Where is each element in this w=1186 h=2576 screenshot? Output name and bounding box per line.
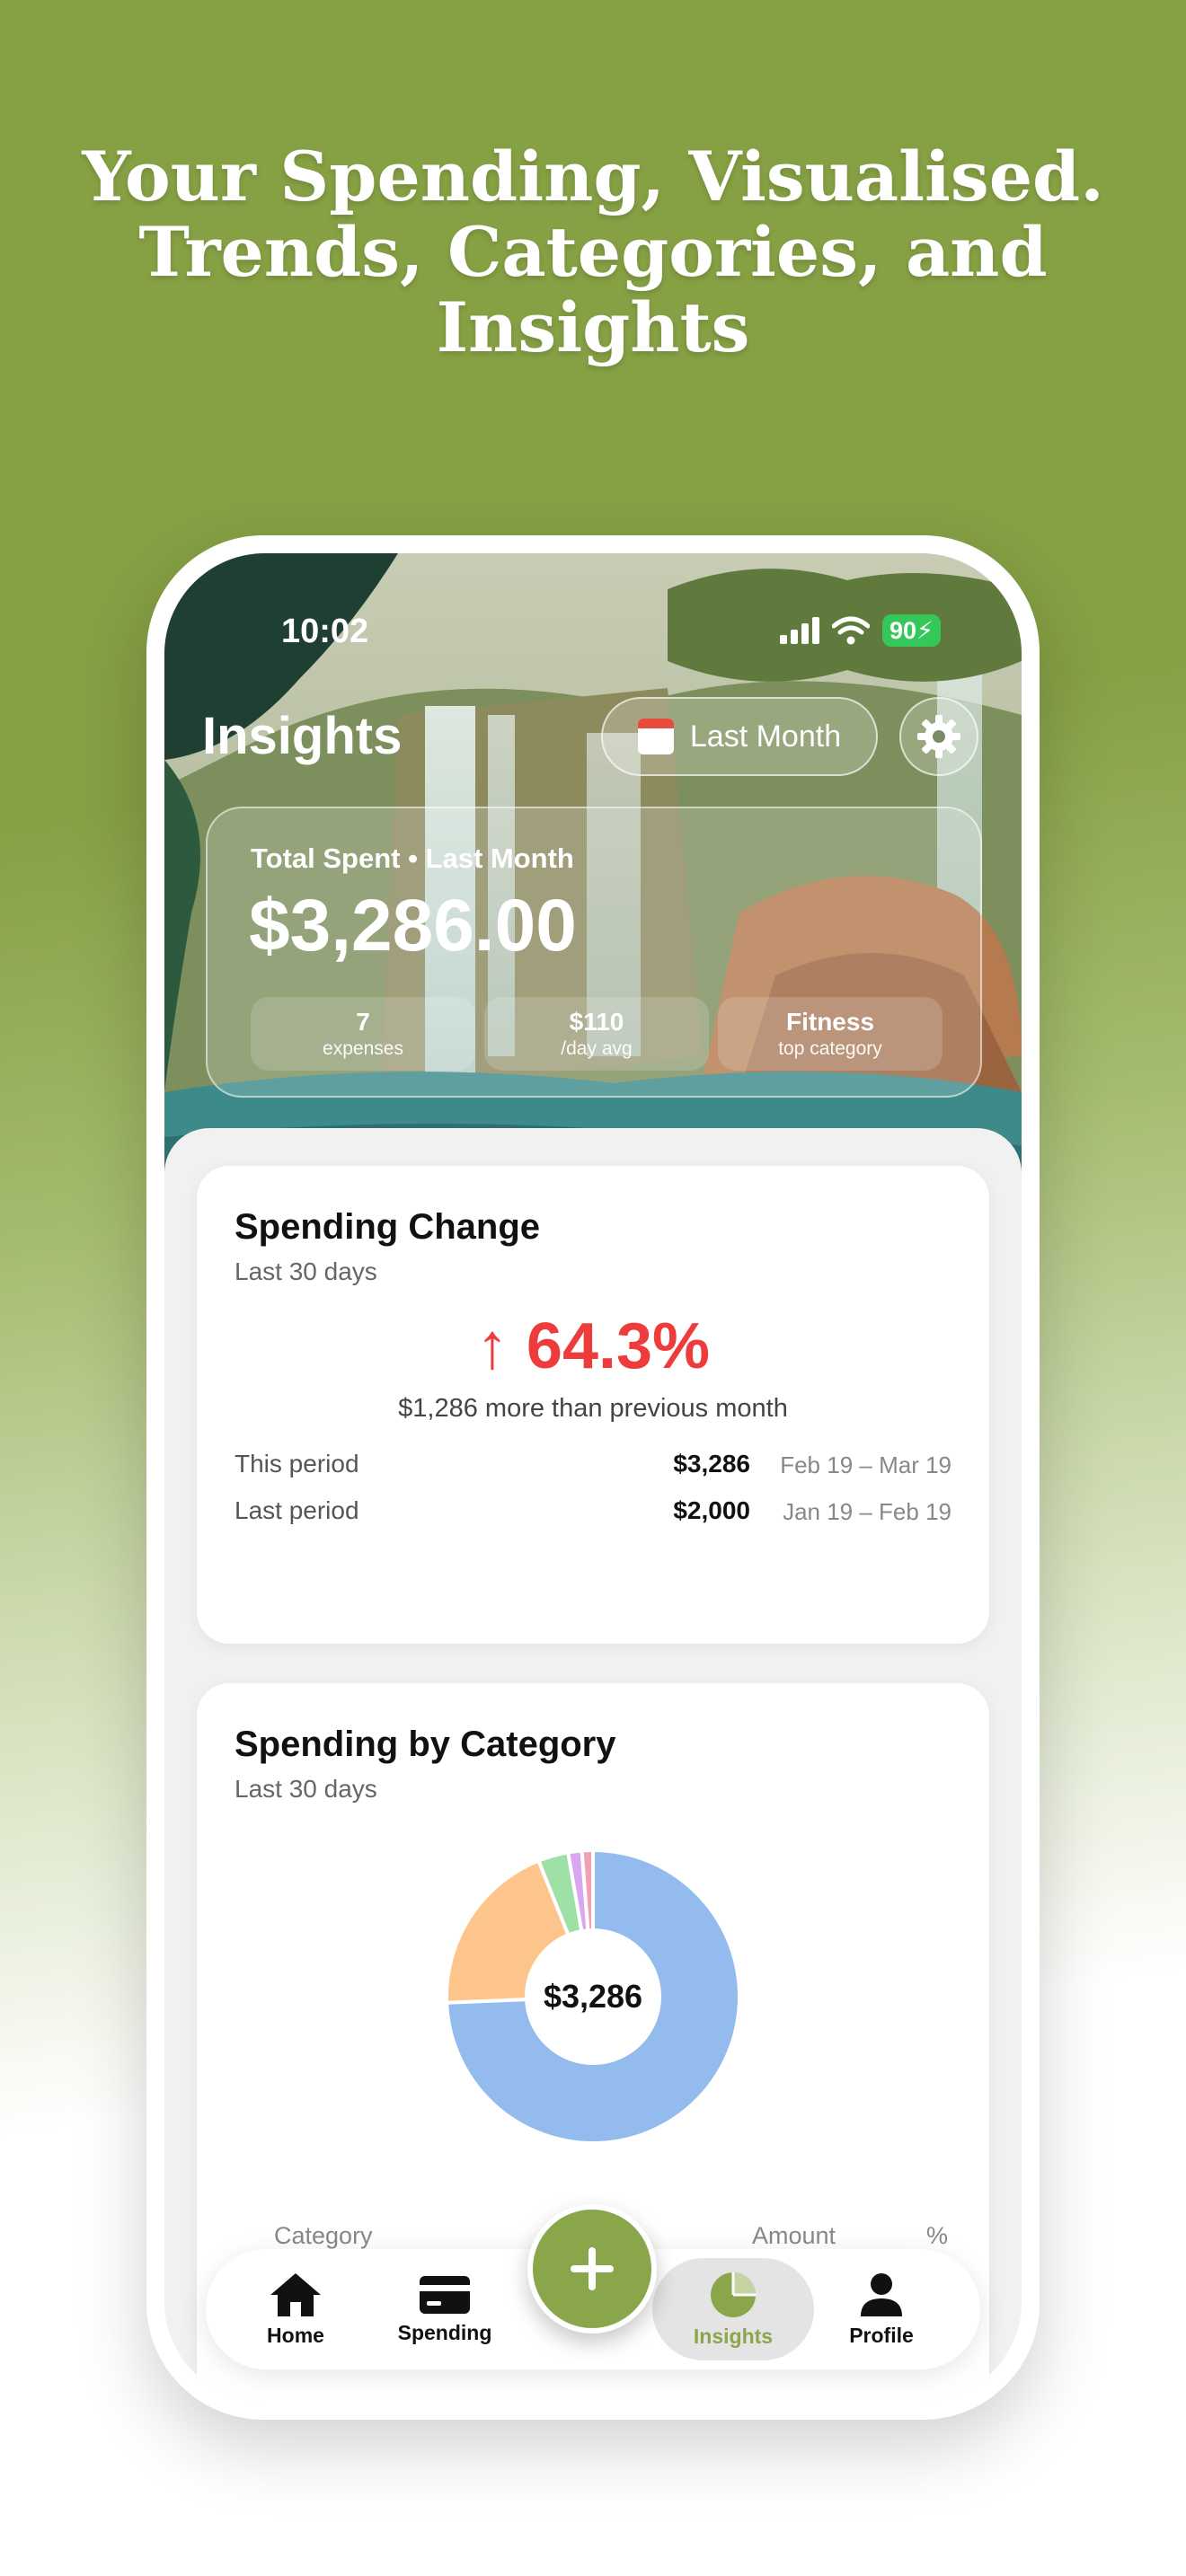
column-header-percent: % xyxy=(926,2222,949,2249)
category-donut-chart: $3,286 xyxy=(445,1848,741,2145)
period-range: Feb 19 – Mar 19 xyxy=(780,1451,951,1478)
stat-top-category: Fitness top category xyxy=(718,997,943,1071)
plus-icon xyxy=(571,2247,614,2290)
summary-label: Total Spent • Last Month xyxy=(251,842,574,874)
wifi-icon xyxy=(831,616,870,645)
add-expense-button[interactable] xyxy=(527,2204,657,2333)
last-period-row: Last period $2,000 Jan 19 – Feb 19 xyxy=(235,1496,951,1529)
this-period-row: This period $3,286 Feb 19 – Mar 19 xyxy=(235,1450,951,1482)
tab-label: Spending xyxy=(397,2320,492,2344)
total-spent-amount: $3,286.00 xyxy=(249,885,577,966)
gear-icon xyxy=(917,715,960,758)
stat-caption: /day avg xyxy=(561,1038,633,1059)
stat-daily-average: $110 /day avg xyxy=(484,997,709,1071)
tab-label: Insights xyxy=(693,2324,774,2348)
tab-label: Home xyxy=(267,2323,324,2347)
stat-value: $110 xyxy=(569,1008,624,1036)
period-range: Jan 19 – Feb 19 xyxy=(783,1498,951,1525)
signal-icon xyxy=(779,617,819,644)
marketing-headline: Your Spending, Visualised. Trends, Categ… xyxy=(0,139,1186,366)
status-icons: 90⚡ xyxy=(779,614,941,647)
person-icon xyxy=(861,2272,902,2316)
stat-expenses: 7 expenses xyxy=(251,997,475,1071)
tab-home[interactable]: Home xyxy=(224,2249,367,2369)
card-title: Spending by Category xyxy=(235,1725,616,1764)
stat-value: 7 xyxy=(356,1008,370,1036)
home-icon xyxy=(270,2272,321,2316)
card-title: Spending Change xyxy=(235,1207,540,1247)
column-header-category: Category xyxy=(274,2222,373,2249)
phone-frame: 10:02 90⚡ Insights Last Month Total Spen… xyxy=(146,535,1040,2420)
status-time: 10:02 xyxy=(281,613,369,650)
period-selector-button[interactable]: Last Month xyxy=(601,697,878,776)
total-spent-summary-card: Total Spent • Last Month $3,286.00 7 exp… xyxy=(206,807,982,1098)
period-selector-label: Last Month xyxy=(689,719,842,754)
pie-chart-icon xyxy=(711,2272,756,2317)
tab-label: Profile xyxy=(849,2323,914,2347)
stat-caption: expenses xyxy=(323,1038,403,1059)
period-amount: $2,000 xyxy=(673,1496,750,1524)
headline-line-2: Trends, Categories, and xyxy=(138,212,1048,292)
settings-button[interactable] xyxy=(899,697,978,776)
column-header-amount: Amount xyxy=(752,2222,836,2249)
card-icon xyxy=(420,2275,470,2314)
card-subtitle: Last 30 days xyxy=(235,1257,377,1285)
card-subtitle: Last 30 days xyxy=(235,1775,377,1803)
battery-indicator: 90⚡ xyxy=(881,614,941,647)
headline-line-3: Insights xyxy=(436,287,750,367)
tab-spending[interactable]: Spending xyxy=(373,2249,517,2369)
tab-profile[interactable]: Profile xyxy=(810,2249,953,2369)
calendar-icon xyxy=(637,719,674,754)
headline-line-1: Your Spending, Visualised. xyxy=(82,137,1104,216)
page-title: Insights xyxy=(202,707,403,765)
period-label: Last period xyxy=(235,1496,359,1524)
tab-insights[interactable]: Insights xyxy=(661,2249,805,2369)
stat-value: Fitness xyxy=(785,1008,875,1036)
summary-stats: 7 expenses $110 /day avg Fitness top cat… xyxy=(251,997,943,1071)
spending-change-percent: ↑ 64.3% xyxy=(475,1310,711,1382)
stat-caption: top category xyxy=(778,1038,882,1059)
donut-total: $3,286 xyxy=(543,1978,643,2015)
battery-level: 90 xyxy=(889,617,917,644)
spending-change-description: $1,286 more than previous month xyxy=(398,1394,788,1423)
app-screen: 10:02 90⚡ Insights Last Month Total Spen… xyxy=(164,553,1022,2402)
spending-change-card: Spending Change Last 30 days ↑ 64.3% $1,… xyxy=(197,1166,989,1644)
period-label: This period xyxy=(235,1450,359,1478)
period-amount: $3,286 xyxy=(673,1450,750,1478)
